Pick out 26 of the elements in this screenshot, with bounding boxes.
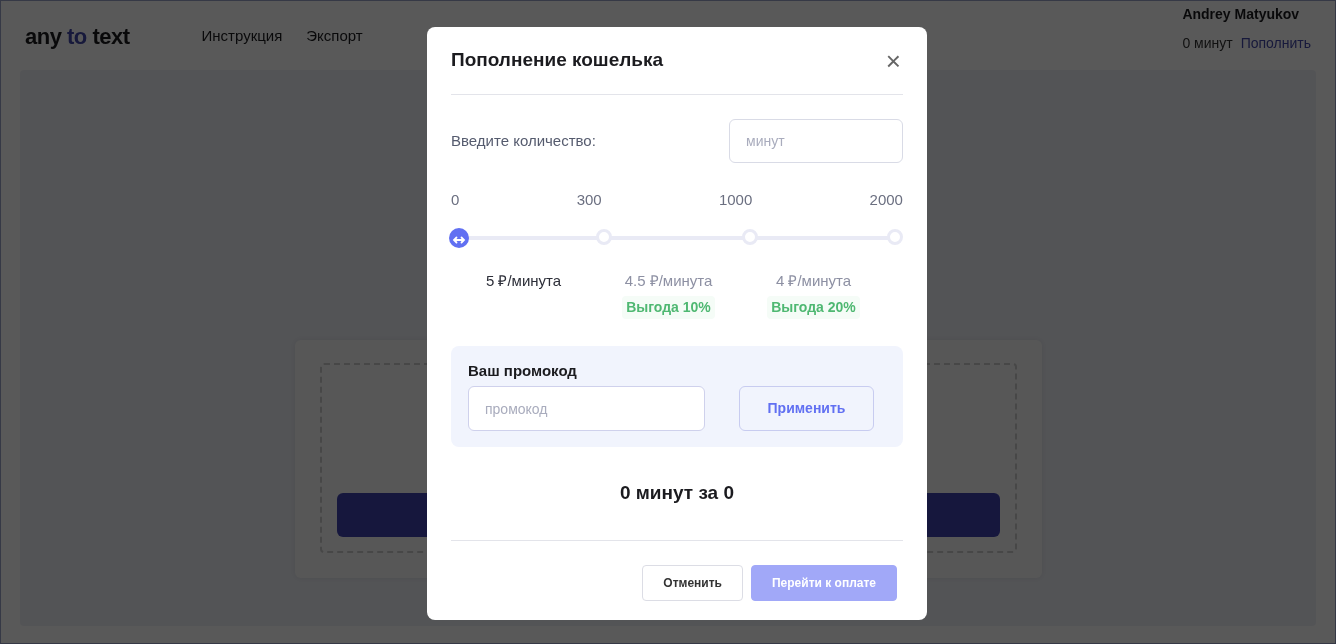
discount-tag: Выгода 10%	[622, 296, 715, 319]
close-button[interactable]: ×	[883, 47, 903, 74]
modal-title: Пополнение кошелька	[451, 48, 664, 73]
topup-link[interactable]: Пополнить	[1240, 33, 1311, 54]
amount-field[interactable]: минут	[729, 119, 903, 163]
price-text: 4 ₽/минута	[775, 270, 852, 291]
promo-label: Ваш промокод	[468, 360, 578, 381]
price-text: 4.5 ₽/минута	[624, 270, 713, 291]
slider-tick-label: 2000	[869, 190, 903, 210]
slider-thumb[interactable]	[449, 227, 469, 248]
amount-label: Введите количество:	[451, 130, 596, 151]
nav-link[interactable]: Инструкция	[201, 24, 283, 48]
slider-tick-label: 1000	[718, 190, 753, 210]
logo[interactable]: any to text	[25, 19, 130, 53]
balance-text: 0 минут	[1182, 34, 1233, 53]
user-name: Andrey Matyukov	[1182, 5, 1300, 24]
cancel-button[interactable]: Отменить	[642, 565, 743, 601]
slider-track[interactable]	[451, 227, 903, 248]
slider-tick-label: 0	[451, 190, 460, 210]
apply-button[interactable]: Применить	[739, 386, 874, 431]
discount-tag: Выгода 20%	[767, 296, 860, 319]
nav-link[interactable]: Экспорт	[306, 24, 363, 48]
slider-tick-label: 300	[576, 190, 602, 210]
price-text: 5 ₽/минута	[485, 270, 562, 291]
total-text: 0 минут за 0	[619, 481, 734, 506]
promo-field[interactable]: промокод	[468, 386, 705, 431]
